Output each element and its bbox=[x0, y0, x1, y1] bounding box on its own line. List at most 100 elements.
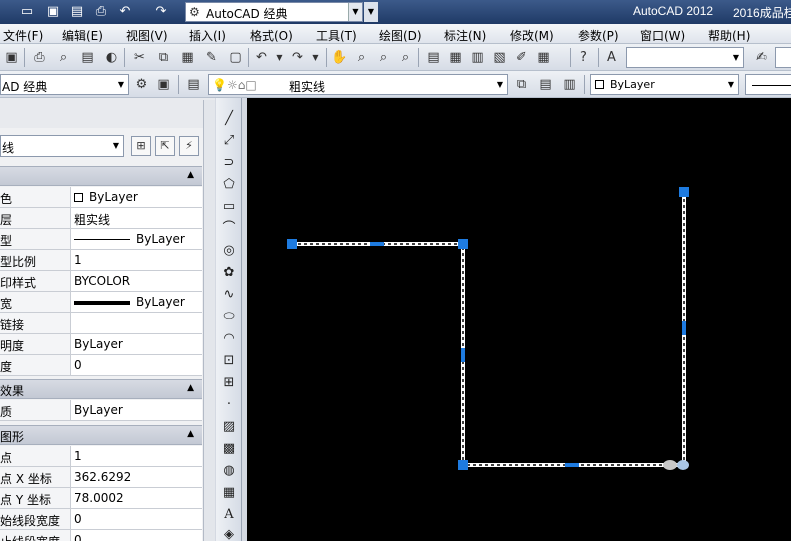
line-icon[interactable]: ╱ bbox=[220, 110, 238, 128]
dimension-style-select[interactable] bbox=[775, 47, 791, 68]
rectangle-icon[interactable]: ▭ bbox=[220, 198, 238, 216]
midpoint-grip[interactable] bbox=[682, 321, 686, 335]
undo-dropdown-icon[interactable]: ▼ bbox=[270, 48, 289, 67]
make-current-layer-icon[interactable]: ⧉ bbox=[512, 75, 531, 94]
region-icon[interactable]: ◍ bbox=[220, 462, 238, 480]
undo-icon[interactable]: ↶ bbox=[252, 48, 271, 67]
property-row[interactable]: 层 粗实线 bbox=[0, 208, 202, 229]
quick-access-dropdown[interactable]: ▼ bbox=[364, 2, 378, 22]
save-icon[interactable]: ▣ bbox=[44, 3, 62, 21]
save-icon[interactable]: ▣ bbox=[2, 48, 21, 67]
construction-line-icon[interactable]: ⤢ bbox=[220, 132, 238, 150]
vertex-grip[interactable] bbox=[287, 239, 297, 249]
match-properties-icon[interactable]: ✎ bbox=[202, 48, 221, 67]
menu-dimension[interactable]: 标注(N) bbox=[444, 27, 486, 44]
add-selected-icon[interactable]: ◈ bbox=[220, 526, 238, 541]
revision-cloud-icon[interactable]: ✿ bbox=[220, 264, 238, 282]
section-general[interactable]: ▲ bbox=[0, 166, 202, 186]
property-row[interactable]: 色 ByLayer bbox=[0, 187, 202, 208]
arc-icon[interactable]: ⌒ bbox=[220, 220, 238, 238]
menu-format[interactable]: 格式(O) bbox=[250, 27, 293, 44]
section-geometry[interactable]: 图形 ▲ bbox=[0, 425, 202, 445]
property-row[interactable]: 点 X 坐标 362.6292 bbox=[0, 467, 202, 488]
redo-dropdown-icon[interactable]: ▼ bbox=[306, 48, 325, 67]
property-row[interactable]: 点 Y 坐标 78.0002 bbox=[0, 488, 202, 509]
menu-file[interactable]: 文件(F) bbox=[3, 27, 43, 44]
palette-scrollbar[interactable] bbox=[203, 100, 215, 541]
workspace-switcher[interactable]: ⚙ AutoCAD 经典 ▼ bbox=[185, 2, 363, 22]
pan-icon[interactable]: ✋ bbox=[330, 48, 349, 67]
workspace-settings-icon[interactable]: ▣ bbox=[154, 75, 173, 94]
property-row[interactable]: 止线段宽度 0 bbox=[0, 530, 202, 541]
print-preview-icon[interactable]: ⌕ bbox=[54, 48, 73, 67]
insert-block-icon[interactable]: ⊡ bbox=[220, 352, 238, 370]
select-objects-icon[interactable]: ⇱ bbox=[155, 136, 175, 156]
undo-icon[interactable]: ↶ bbox=[116, 3, 134, 21]
print-icon[interactable]: ⎙ bbox=[30, 48, 49, 67]
toggle-pickadd-icon[interactable]: ⊞ bbox=[131, 136, 151, 156]
multiline-text-icon[interactable]: A bbox=[220, 506, 238, 524]
menu-window[interactable]: 窗口(W) bbox=[640, 27, 685, 44]
menu-view[interactable]: 视图(V) bbox=[126, 27, 168, 44]
midpoint-grip[interactable] bbox=[565, 463, 579, 467]
vertex-grip[interactable] bbox=[458, 239, 468, 249]
color-select[interactable]: ByLayer ▼ bbox=[590, 74, 739, 95]
property-row[interactable]: 型 ByLayer bbox=[0, 229, 202, 250]
redo-icon[interactable]: ↷ bbox=[152, 3, 170, 21]
zoom-window-icon[interactable]: ⌕ bbox=[374, 48, 393, 67]
gradient-icon[interactable]: ▩ bbox=[220, 440, 238, 458]
open-icon[interactable]: ▭ bbox=[18, 3, 36, 21]
quick-select-icon[interactable]: ⚡ bbox=[179, 136, 199, 156]
menu-edit[interactable]: 编辑(E) bbox=[62, 27, 103, 44]
saveas-icon[interactable]: ▤ bbox=[68, 3, 86, 21]
properties-icon[interactable]: ▤ bbox=[424, 48, 443, 67]
drawing-canvas[interactable] bbox=[247, 98, 791, 541]
circle-icon[interactable]: ◎ bbox=[220, 242, 238, 260]
layer-previous-icon[interactable]: ▤ bbox=[536, 75, 555, 94]
section-3d-effects[interactable]: 效果 ▲ bbox=[0, 379, 202, 399]
property-row[interactable]: 明度 ByLayer bbox=[0, 334, 202, 355]
vertex-grip[interactable] bbox=[679, 187, 689, 197]
point-icon[interactable]: · bbox=[220, 396, 238, 414]
gear-icon[interactable]: ⚙ bbox=[132, 75, 151, 94]
table-icon[interactable]: ▦ bbox=[220, 484, 238, 502]
property-row[interactable]: 链接 bbox=[0, 313, 202, 334]
paste-icon[interactable]: ▦ bbox=[178, 48, 197, 67]
workspace-select[interactable]: AD 经典 ▼ bbox=[0, 74, 129, 95]
dimension-style-icon[interactable]: ✍ bbox=[752, 48, 771, 67]
object-type-select[interactable]: 线 ▼ bbox=[0, 135, 124, 157]
property-row[interactable]: 度 0 bbox=[0, 355, 202, 376]
zoom-realtime-icon[interactable]: ⌕ bbox=[352, 48, 371, 67]
design-center-icon[interactable]: ▦ bbox=[446, 48, 465, 67]
property-row[interactable]: 质 ByLayer bbox=[0, 400, 202, 421]
property-row[interactable]: 点 1 bbox=[0, 446, 202, 467]
menu-modify[interactable]: 修改(M) bbox=[510, 27, 554, 44]
text-style-icon[interactable]: A bbox=[602, 48, 621, 67]
property-row[interactable]: 印样式 BYCOLOR bbox=[0, 271, 202, 292]
spline-icon[interactable]: ∿ bbox=[220, 286, 238, 304]
print-icon[interactable]: ⎙ bbox=[92, 3, 110, 21]
vertex-grip[interactable] bbox=[458, 460, 468, 470]
block-editor-icon[interactable]: ▢ bbox=[226, 48, 245, 67]
layer-select[interactable]: 💡☼⌂□ 粗实线 ▼ bbox=[208, 74, 508, 95]
polygon-icon[interactable]: ⬠ bbox=[220, 176, 238, 194]
layer-properties-icon[interactable]: ▤ bbox=[184, 75, 203, 94]
menu-insert[interactable]: 插入(I) bbox=[189, 27, 226, 44]
tool-palettes-icon[interactable]: ▥ bbox=[468, 48, 487, 67]
menu-parametric[interactable]: 参数(P) bbox=[578, 27, 619, 44]
text-style-select[interactable]: ▼ bbox=[626, 47, 744, 68]
selected-polyline[interactable] bbox=[292, 192, 686, 467]
help-icon[interactable]: ? bbox=[574, 48, 593, 67]
zoom-previous-icon[interactable]: ⌕ bbox=[396, 48, 415, 67]
polyline-icon[interactable]: ⊃ bbox=[220, 154, 238, 172]
midpoint-grip[interactable] bbox=[370, 242, 384, 246]
publish-icon[interactable]: ▤ bbox=[78, 48, 97, 67]
hatch-icon[interactable]: ▨ bbox=[220, 418, 238, 436]
property-row[interactable]: 型比例 1 bbox=[0, 250, 202, 271]
sheet-set-icon[interactable]: ▧ bbox=[490, 48, 509, 67]
menu-draw[interactable]: 绘图(D) bbox=[379, 27, 422, 44]
quickcalc-icon[interactable]: ▦ bbox=[534, 48, 553, 67]
copy-icon[interactable]: ⧉ bbox=[154, 48, 173, 67]
menu-tools[interactable]: 工具(T) bbox=[316, 27, 357, 44]
cut-icon[interactable]: ✂ bbox=[130, 48, 149, 67]
